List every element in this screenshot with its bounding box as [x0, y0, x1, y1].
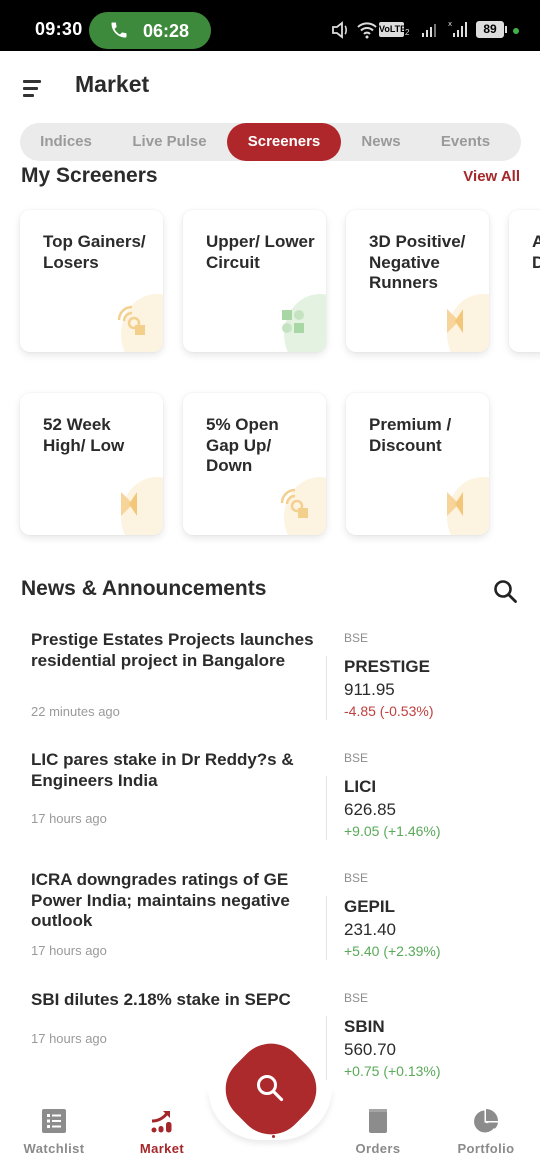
stock-symbol[interactable]: SBIN [344, 1017, 385, 1037]
volume-icon [332, 21, 347, 39]
search-icon[interactable] [492, 578, 518, 604]
news-time: 17 hours ago [31, 1031, 107, 1046]
exchange-label: BSE [344, 631, 369, 645]
stock-change: +5.40 (+2.39%) [344, 943, 441, 959]
phone-icon [111, 22, 127, 38]
screener-card-upper-lower-circuit[interactable]: Upper/ Lower Circuit [183, 210, 326, 352]
screener-card-label: 5% Open Gap Up/ Down [206, 415, 279, 475]
screener-card-52-week[interactable]: 52 Week High/ Low [20, 393, 163, 535]
exchange-label: BSE [344, 871, 369, 885]
stock-change: +0.75 (+0.13%) [344, 1063, 441, 1079]
stock-price: 231.40 [344, 920, 396, 939]
signal-icon-sim2: x [448, 20, 467, 37]
screener-card-label: Upper/ Lower Circuit [206, 232, 315, 272]
stock-change: +9.05 (+1.46%) [344, 823, 441, 839]
radar-icon [280, 488, 308, 518]
news-time: 17 hours ago [31, 943, 107, 958]
bowtie-icon [447, 492, 463, 516]
screener-card-label: 52 Week High/ Low [43, 415, 125, 455]
privacy-indicator-dot [513, 28, 519, 34]
list-icon [42, 1109, 66, 1133]
status-time: 09:30 [35, 19, 83, 39]
screener-card-open-gap[interactable]: 5% Open Gap Up/ Down [183, 393, 326, 535]
news-time: 17 hours ago [31, 811, 107, 826]
ongoing-call-pill[interactable]: 06:28 [89, 12, 211, 49]
volte-sim: 2 [405, 28, 410, 37]
tab-screeners[interactable]: Screeners [227, 123, 341, 161]
news-headline[interactable]: ICRA downgrades ratings of GE Power Indi… [31, 870, 316, 932]
tab-indices[interactable]: Indices [20, 123, 112, 161]
nav-portfolio[interactable]: Portfolio [432, 1096, 540, 1170]
stock-symbol[interactable]: GEPIL [344, 897, 395, 917]
nav-label: Watchlist [23, 1141, 85, 1156]
status-bar: 09:30 06:28 VoLTE 2 x 89 [0, 0, 540, 51]
stock-price: 911.95 [344, 680, 395, 699]
news-section-title: News & Announcements [21, 577, 267, 600]
view-all-link[interactable]: View All [463, 168, 520, 185]
news-headline[interactable]: Prestige Estates Projects launches resid… [31, 630, 316, 671]
bowtie-icon [447, 309, 463, 333]
screener-card-label: A D [532, 232, 540, 272]
grid-shapes-icon [282, 310, 304, 333]
nav-watchlist[interactable]: Watchlist [0, 1096, 108, 1170]
screener-card-label: 3D Positive/ Negative Runners [369, 232, 466, 292]
tab-news[interactable]: News [346, 123, 416, 161]
nav-market[interactable]: Market [108, 1096, 216, 1170]
nav-label: Market [139, 1141, 185, 1156]
stock-price: 626.85 [344, 800, 396, 819]
search-icon[interactable] [252, 1070, 288, 1106]
screener-card-partial[interactable]: A D [509, 210, 540, 352]
stock-symbol[interactable]: PRESTIGE [344, 657, 430, 677]
exchange-label: BSE [344, 991, 369, 1005]
tab-live-pulse[interactable]: Live Pulse [117, 123, 222, 161]
screener-card-premium-discount[interactable]: Premium / Discount [346, 393, 489, 535]
screener-card-label: Top Gainers/ Losers [43, 232, 146, 272]
svg-text:x: x [448, 20, 452, 28]
battery-level: 89 [476, 21, 504, 38]
menu-icon[interactable] [23, 80, 43, 98]
fab-indicator-dot [272, 1135, 275, 1138]
pie-chart-icon [474, 1109, 498, 1133]
radar-icon [117, 305, 145, 335]
market-tabs: Indices Live Pulse Screeners News Events [20, 123, 521, 161]
news-headline[interactable]: SBI dilutes 2.18% stake in SEPC [31, 990, 331, 1011]
nav-label: Portfolio [457, 1141, 515, 1156]
call-duration: 06:28 [143, 21, 190, 41]
screener-card-label: Premium / Discount [369, 415, 452, 455]
book-icon [369, 1109, 387, 1133]
exchange-label: BSE [344, 751, 369, 765]
trend-chart-icon [151, 1111, 172, 1133]
screener-card-top-gainers-losers[interactable]: Top Gainers/ Losers [20, 210, 163, 352]
wifi-icon [357, 22, 377, 39]
signal-icon-sim1 [422, 24, 436, 37]
battery-icon [505, 26, 507, 33]
volte-badge: VoLTE [379, 22, 406, 37]
nav-label: Orders [355, 1141, 401, 1156]
nav-orders[interactable]: Orders [324, 1096, 432, 1170]
page-title: Market [75, 71, 150, 97]
bowtie-icon [121, 492, 137, 516]
stock-price: 560.70 [344, 1040, 396, 1059]
app-bar: Market [0, 51, 540, 119]
news-headline[interactable]: LIC pares stake in Dr Reddy?s & Engineer… [31, 750, 316, 791]
stock-symbol[interactable]: LICI [344, 777, 376, 797]
tab-events[interactable]: Events [423, 123, 508, 161]
screener-card-3d-runners[interactable]: 3D Positive/ Negative Runners [346, 210, 489, 352]
news-time: 22 minutes ago [31, 704, 120, 719]
stock-change: -4.85 (-0.53%) [344, 703, 434, 719]
my-screeners-title: My Screeners [21, 164, 158, 187]
